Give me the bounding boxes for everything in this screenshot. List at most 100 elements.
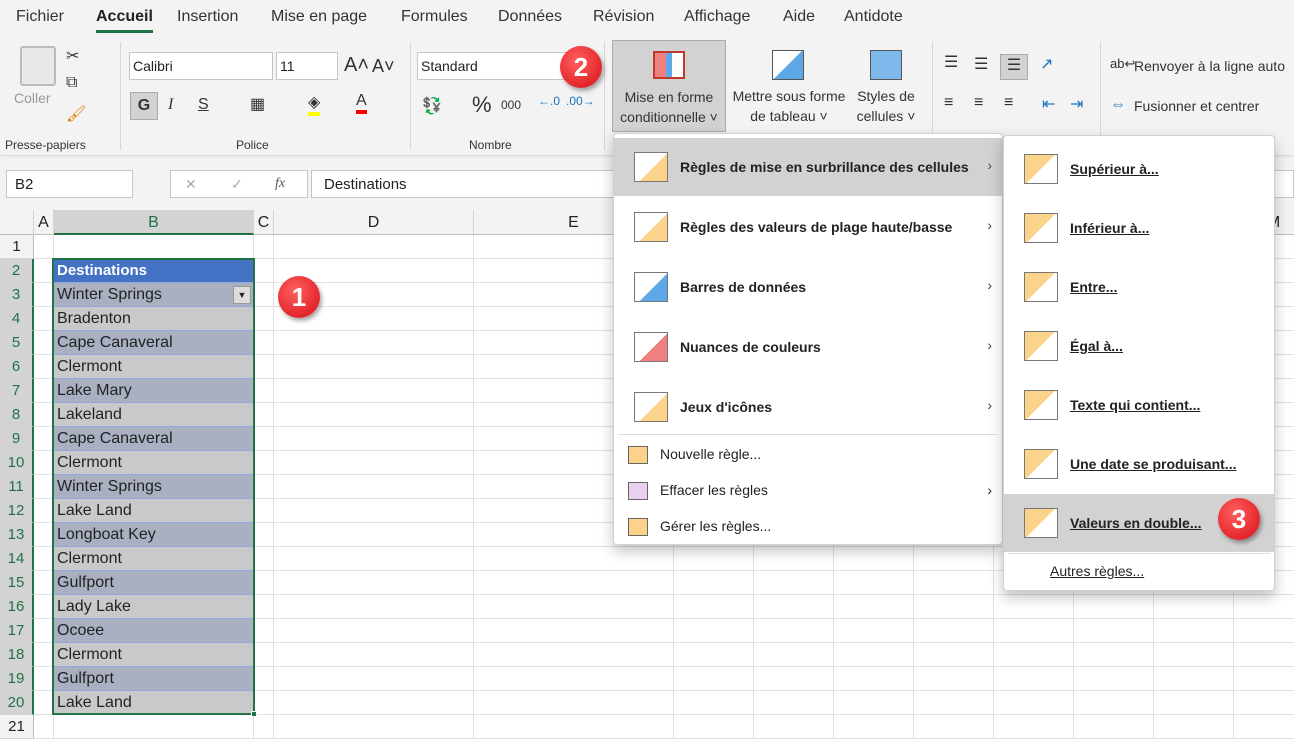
row-header-8[interactable]: 8 bbox=[0, 403, 34, 427]
table-cell[interactable]: Gulfport bbox=[54, 667, 253, 691]
tab-aide[interactable]: Aide bbox=[783, 8, 815, 26]
cut-icon[interactable]: ✂ bbox=[66, 46, 79, 66]
font-size-select[interactable]: 11 bbox=[276, 52, 338, 80]
orientation-icon[interactable]: ↗ bbox=[1040, 54, 1053, 74]
column-header-C[interactable]: C bbox=[254, 210, 274, 235]
row-header-11[interactable]: 11 bbox=[0, 475, 34, 499]
borders-icon[interactable]: ▦ bbox=[250, 94, 265, 114]
tab-accueil[interactable]: Accueil bbox=[96, 8, 153, 33]
row-header-6[interactable]: 6 bbox=[0, 355, 34, 379]
grow-font-icon[interactable]: A˄ bbox=[344, 54, 369, 77]
row-header-13[interactable]: 13 bbox=[0, 523, 34, 547]
increase-decimal-icon[interactable]: ←.0 bbox=[538, 94, 560, 108]
row-header-18[interactable]: 18 bbox=[0, 643, 34, 667]
column-header-B[interactable]: B bbox=[54, 210, 254, 235]
enter-icon[interactable]: ✓ bbox=[231, 176, 243, 193]
menu-item-more-rules[interactable]: Autres règles... bbox=[1050, 563, 1144, 579]
table-cell[interactable]: Lakeland bbox=[54, 403, 253, 427]
table-cell[interactable]: Longboat Key bbox=[54, 523, 253, 547]
row-header-19[interactable]: 19 bbox=[0, 667, 34, 691]
menu-item-data-bars[interactable]: Barres de données › bbox=[614, 258, 1002, 316]
table-cell[interactable]: Winter Springs bbox=[54, 283, 253, 307]
row-header-3[interactable]: 3 bbox=[0, 283, 34, 307]
font-name-select[interactable]: Calibri bbox=[129, 52, 273, 80]
bold-button[interactable]: G bbox=[130, 92, 158, 120]
conditional-formatting-button[interactable]: Mise en forme conditionnelle ˅ bbox=[612, 40, 726, 132]
tab-revision[interactable]: Révision bbox=[593, 8, 654, 26]
tab-insertion[interactable]: Insertion bbox=[177, 8, 238, 26]
format-as-table-button[interactable]: Mettre sous forme de tableau ˅ bbox=[728, 40, 850, 132]
decrease-decimal-icon[interactable]: .00→ bbox=[566, 94, 595, 108]
fill-handle[interactable] bbox=[251, 711, 257, 717]
tab-fichier[interactable]: Fichier bbox=[16, 8, 64, 26]
merge-center-button[interactable]: Fusionner et centrer bbox=[1134, 96, 1259, 116]
paste-icon[interactable] bbox=[20, 46, 56, 86]
table-cell[interactable]: Lake Land bbox=[54, 691, 253, 715]
function-icon[interactable]: fx bbox=[275, 176, 285, 192]
accounting-icon[interactable]: 💱 bbox=[422, 96, 442, 116]
italic-button[interactable]: I bbox=[168, 96, 173, 114]
align-right-icon[interactable]: ≡ bbox=[1004, 94, 1013, 112]
table-cell[interactable]: Clermont bbox=[54, 643, 253, 667]
format-painter-icon[interactable]: 🖌 bbox=[66, 104, 86, 124]
align-middle-icon[interactable]: ☰ bbox=[974, 54, 988, 74]
name-box[interactable]: B2 bbox=[6, 170, 133, 198]
menu-item-highlight-cells-rules[interactable]: Règles de mise en surbrillance des cellu… bbox=[614, 138, 1002, 196]
tab-mise-en-page[interactable]: Mise en page bbox=[271, 8, 367, 26]
tab-formules[interactable]: Formules bbox=[401, 8, 468, 26]
table-cell[interactable]: Gulfport bbox=[54, 571, 253, 595]
percent-button[interactable]: % bbox=[472, 92, 492, 118]
align-bottom-icon[interactable]: ☰ bbox=[1000, 54, 1028, 80]
row-header-10[interactable]: 10 bbox=[0, 451, 34, 475]
menu-item-text-contains[interactable]: Texte qui contient... bbox=[1004, 376, 1274, 434]
paste-button[interactable]: Coller bbox=[14, 88, 51, 108]
copy-icon[interactable]: ⧉ bbox=[66, 74, 77, 92]
row-header-5[interactable]: 5 bbox=[0, 331, 34, 355]
table-cell[interactable]: Cape Canaveral bbox=[54, 331, 253, 355]
menu-item-top-bottom-rules[interactable]: Règles des valeurs de plage haute/basse › bbox=[614, 198, 1002, 256]
column-header-A[interactable]: A bbox=[34, 210, 54, 235]
table-cell[interactable]: Lake Mary bbox=[54, 379, 253, 403]
increase-indent-icon[interactable]: ⇥ bbox=[1070, 94, 1083, 114]
row-header-7[interactable]: 7 bbox=[0, 379, 34, 403]
tab-affichage[interactable]: Affichage bbox=[684, 8, 750, 26]
table-cell[interactable]: Cape Canaveral bbox=[54, 427, 253, 451]
table-cell[interactable]: Lady Lake bbox=[54, 595, 253, 619]
row-header-21[interactable]: 21 bbox=[0, 715, 34, 739]
thousands-button[interactable]: 000 bbox=[501, 98, 521, 112]
menu-item-new-rule[interactable]: Nouvelle règle... bbox=[628, 446, 1002, 468]
row-header-20[interactable]: 20 bbox=[0, 691, 34, 715]
table-header-cell[interactable]: Destinations bbox=[54, 259, 253, 283]
menu-item-icon-sets[interactable]: Jeux d'icônes › bbox=[614, 378, 1002, 436]
row-header-12[interactable]: 12 bbox=[0, 499, 34, 523]
wrap-text-button[interactable]: Renvoyer à la ligne auto bbox=[1134, 56, 1285, 76]
table-cell[interactable]: Lake Land bbox=[54, 499, 253, 523]
row-header-17[interactable]: 17 bbox=[0, 619, 34, 643]
row-header-9[interactable]: 9 bbox=[0, 427, 34, 451]
menu-item-color-scales[interactable]: Nuances de couleurs › bbox=[614, 318, 1002, 376]
align-top-icon[interactable]: ☰ bbox=[944, 52, 958, 72]
table-cell[interactable]: Clermont bbox=[54, 355, 253, 379]
filter-dropdown-icon[interactable]: ▼ bbox=[233, 286, 251, 304]
number-format-select[interactable]: Standard bbox=[417, 52, 567, 80]
cell-styles-button[interactable]: Styles de cellules ˅ bbox=[850, 40, 922, 132]
select-all[interactable] bbox=[0, 210, 34, 235]
table-cell[interactable]: Bradenton bbox=[54, 307, 253, 331]
row-header-1[interactable]: 1 bbox=[0, 235, 34, 259]
menu-item-less-than[interactable]: Inférieur à... bbox=[1004, 199, 1274, 257]
table-cell[interactable]: Clermont bbox=[54, 451, 253, 475]
menu-item-equal-to[interactable]: Égal à... bbox=[1004, 317, 1274, 375]
table-cell[interactable]: Winter Springs bbox=[54, 475, 253, 499]
menu-item-greater-than[interactable]: Supérieur à... bbox=[1004, 140, 1274, 198]
column-header-D[interactable]: D bbox=[274, 210, 474, 235]
font-color-icon[interactable]: A bbox=[356, 92, 367, 114]
underline-button[interactable]: S bbox=[198, 96, 209, 114]
menu-item-clear-rules[interactable]: Effacer les règles › bbox=[628, 482, 1002, 504]
table-cell[interactable]: Clermont bbox=[54, 547, 253, 571]
decrease-indent-icon[interactable]: ⇤ bbox=[1042, 94, 1055, 114]
tab-antidote[interactable]: Antidote bbox=[844, 8, 903, 26]
row-header-15[interactable]: 15 bbox=[0, 571, 34, 595]
menu-item-manage-rules[interactable]: Gérer les règles... bbox=[628, 518, 1002, 540]
align-center-icon[interactable]: ≡ bbox=[974, 94, 983, 112]
row-header-2[interactable]: 2 bbox=[0, 259, 34, 283]
